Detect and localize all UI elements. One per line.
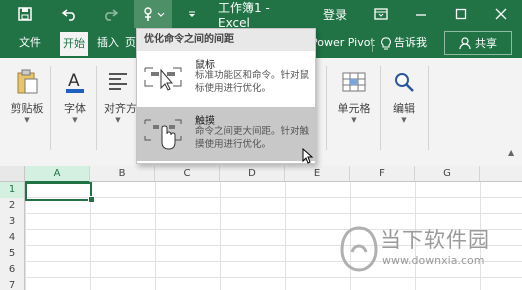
alignment-group[interactable]: 对齐方 ▼: [100, 58, 137, 158]
touch-mode-description: 命令之间更大间距。针对触摸使用进行优化。: [195, 126, 310, 150]
editing-group[interactable]: 编辑 ▼: [384, 58, 424, 158]
tab-file[interactable]: 文件: [16, 33, 44, 53]
font-group[interactable]: A 字体 ▼: [56, 58, 94, 158]
column-header[interactable]: E: [285, 166, 350, 181]
customize-qat-icon[interactable]: [184, 0, 200, 28]
maximize-icon[interactable]: [450, 0, 472, 28]
group-divider: [428, 66, 429, 150]
group-divider: [50, 66, 51, 150]
minimize-icon[interactable]: [410, 0, 432, 28]
title-bar: 工作簿1 - Excel 登录: [0, 0, 522, 30]
row-header[interactable]: 5: [0, 246, 25, 263]
watermark: 当下软件园 www.downxia.com: [338, 220, 522, 290]
tab-power-pivot[interactable]: Power Pivot: [308, 33, 378, 53]
column-header[interactable]: A: [25, 166, 90, 183]
touch-mode-option[interactable]: 触摸 命令之间更大间距。针对触摸使用进行优化。: [137, 107, 315, 161]
collapse-ribbon-icon[interactable]: ▲: [508, 148, 514, 157]
chevron-down-icon: ▼: [401, 116, 407, 124]
cells-label: 单元格: [337, 102, 371, 115]
svg-text:A: A: [68, 71, 80, 91]
chevron-down-icon: ▼: [24, 116, 30, 124]
watermark-url: www.downxia.com: [382, 254, 485, 267]
column-header[interactable]: D: [220, 166, 285, 181]
mouse-cursor-icon: [302, 147, 314, 164]
close-icon[interactable]: [490, 0, 512, 28]
tab-separator: [372, 38, 373, 52]
tell-me-label: 告诉我: [394, 36, 427, 49]
row-header[interactable]: 1: [0, 182, 25, 199]
touch-mouse-mode-icon[interactable]: [134, 0, 172, 28]
clipboard-icon: [13, 68, 41, 96]
row-header[interactable]: 6: [0, 262, 25, 279]
group-divider: [96, 66, 97, 150]
chevron-down-icon: ▼: [351, 116, 357, 124]
login-link[interactable]: 登录: [320, 0, 350, 28]
tab-home[interactable]: 开始: [60, 32, 88, 56]
row-header[interactable]: 4: [0, 230, 25, 247]
row-header[interactable]: 7: [0, 278, 25, 290]
watermark-name: 当下软件园: [380, 228, 490, 252]
column-header[interactable]: C: [155, 166, 220, 181]
editing-label: 编辑: [393, 102, 415, 115]
row-header[interactable]: 2: [0, 198, 25, 215]
redo-icon[interactable]: [98, 0, 122, 28]
ribbon-display-icon[interactable]: [370, 0, 392, 28]
touch-mode-dropdown: 优化命令之间的间距 鼠标 标准功能区和命令。针对鼠标使用进行优化。 触摸 命令之…: [136, 28, 316, 164]
share-button[interactable]: 共享: [444, 31, 512, 55]
touch-mode-icon: [143, 116, 183, 150]
chevron-down-icon: ▼: [115, 116, 121, 124]
tab-insert[interactable]: 插入: [94, 33, 122, 53]
share-label: 共享: [475, 37, 497, 50]
chevron-down-icon: ▼: [72, 116, 78, 124]
dropdown-header: 优化命令之间的间距: [137, 29, 315, 51]
fill-handle[interactable]: [88, 196, 95, 203]
row-header[interactable]: 3: [0, 214, 25, 231]
cells-group[interactable]: 单元格 ▼: [332, 58, 376, 158]
search-icon: [390, 68, 418, 96]
window-title: 工作簿1 - Excel: [218, 0, 270, 30]
mouse-mode-option[interactable]: 鼠标 标准功能区和命令。针对鼠标使用进行优化。: [137, 51, 315, 105]
alignment-label: 对齐方: [104, 102, 137, 115]
mouse-mode-description: 标准功能区和命令。针对鼠标使用进行优化。: [195, 70, 310, 94]
watermark-logo-icon: [340, 226, 378, 272]
column-header[interactable]: F: [350, 166, 415, 181]
clipboard-group[interactable]: 剪贴板 ▼: [6, 58, 48, 158]
save-icon[interactable]: [14, 0, 36, 28]
column-header[interactable]: B: [90, 166, 155, 181]
align-icon: [104, 68, 132, 96]
group-divider: [380, 66, 381, 150]
person-icon: [459, 36, 471, 49]
group-divider: [326, 66, 327, 150]
clipboard-label: 剪贴板: [10, 102, 44, 115]
cells-icon: [340, 68, 368, 96]
undo-icon[interactable]: [58, 0, 82, 28]
tell-me-box[interactable]: 告诉我: [378, 33, 430, 53]
font-color-icon: A: [61, 68, 89, 96]
active-cell[interactable]: [25, 182, 92, 201]
column-headers: A B C D E F G: [0, 166, 522, 183]
column-header[interactable]: G: [415, 166, 480, 181]
lightbulb-icon: [381, 36, 391, 49]
select-all-corner[interactable]: [0, 166, 25, 181]
font-label: 字体: [64, 102, 86, 115]
mouse-mode-icon: [143, 60, 183, 94]
